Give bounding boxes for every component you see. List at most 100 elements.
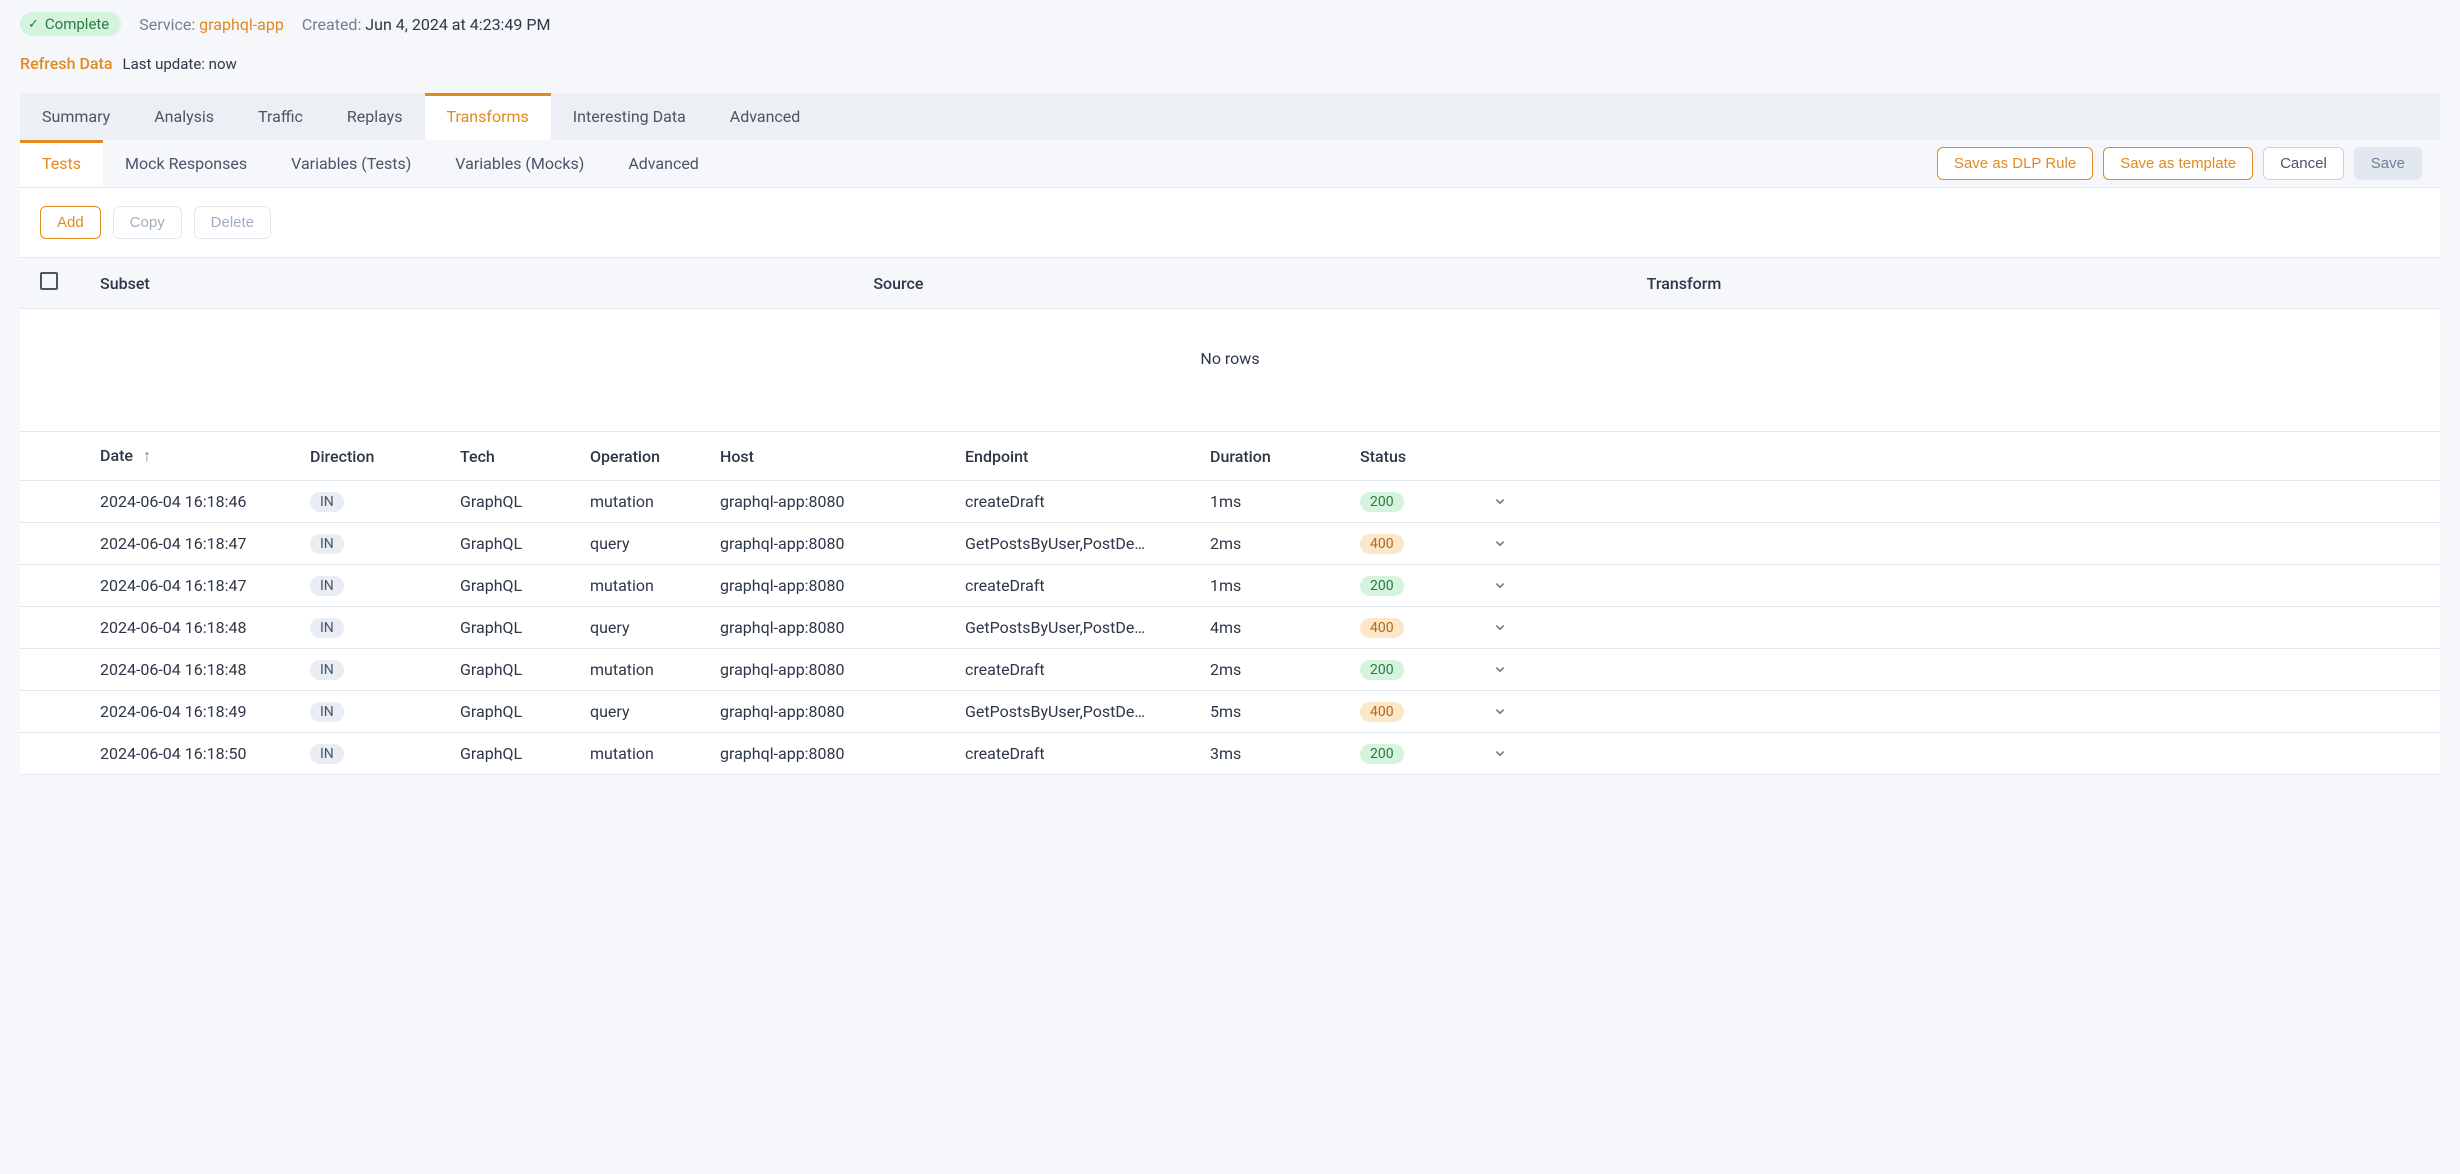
status-cell: 400 — [1360, 617, 1480, 638]
operation-cell: query — [590, 618, 720, 637]
host-cell: graphql-app:8080 — [720, 744, 965, 763]
operation-cell: mutation — [590, 576, 720, 595]
created-label: Created: — [302, 15, 362, 34]
row-expand-icon[interactable] — [1480, 576, 1520, 595]
row-expand-icon[interactable] — [1480, 702, 1520, 721]
tab-advanced[interactable]: Advanced — [708, 93, 823, 140]
chevron-down-icon — [1492, 576, 1509, 595]
page-header: Complete Service: graphql-app Created: J… — [20, 8, 2440, 40]
tab-transforms[interactable]: Transforms — [425, 93, 551, 140]
date-cell: 2024-06-04 16:18:49 — [100, 702, 310, 721]
status-pill: 200 — [1360, 660, 1404, 680]
column-operation[interactable]: Operation — [590, 447, 720, 466]
status-cell: 200 — [1360, 659, 1480, 680]
subtab-tests[interactable]: Tests — [20, 140, 103, 187]
table-action-row: Add Copy Delete — [20, 188, 2440, 257]
tab-interesting-data[interactable]: Interesting Data — [551, 93, 708, 140]
main-tabs: SummaryAnalysisTrafficReplaysTransformsI… — [20, 93, 2440, 140]
column-tech[interactable]: Tech — [460, 447, 590, 466]
chevron-down-icon — [1492, 702, 1509, 721]
transforms-empty-state: No rows — [20, 309, 2440, 408]
direction-cell: IN — [310, 743, 460, 764]
status-pill: 200 — [1360, 744, 1404, 764]
row-expand-icon[interactable] — [1480, 660, 1520, 679]
direction-cell: IN — [310, 701, 460, 722]
transforms-table: Subset Source Transform No rows — [20, 257, 2440, 408]
tab-traffic[interactable]: Traffic — [236, 93, 325, 140]
column-date[interactable]: Date ↑ — [100, 446, 310, 466]
endpoint-cell: GetPostsByUser,PostDe… — [965, 618, 1210, 637]
service-label: Service: — [139, 15, 195, 34]
last-update-value: now — [209, 55, 237, 73]
operation-cell: mutation — [590, 744, 720, 763]
operation-cell: mutation — [590, 660, 720, 679]
save-dlp-rule-button[interactable]: Save as DLP Rule — [1937, 147, 2093, 180]
table-row[interactable]: 2024-06-04 16:18:47INGraphQLmutationgrap… — [20, 565, 2440, 607]
table-spacer — [20, 408, 2440, 432]
direction-cell: IN — [310, 659, 460, 680]
date-cell: 2024-06-04 16:18:50 — [100, 744, 310, 763]
endpoint-cell: createDraft — [965, 744, 1210, 763]
host-cell: graphql-app:8080 — [720, 660, 965, 679]
table-row[interactable]: 2024-06-04 16:18:46INGraphQLmutationgrap… — [20, 481, 2440, 523]
status-pill: 200 — [1360, 492, 1404, 512]
direction-pill: IN — [310, 576, 344, 596]
direction-cell: IN — [310, 491, 460, 512]
table-row[interactable]: 2024-06-04 16:18:50INGraphQLmutationgrap… — [20, 733, 2440, 775]
duration-cell: 3ms — [1210, 744, 1360, 763]
column-endpoint[interactable]: Endpoint — [965, 447, 1210, 466]
row-expand-icon[interactable] — [1480, 618, 1520, 637]
tab-analysis[interactable]: Analysis — [132, 93, 236, 140]
duration-cell: 2ms — [1210, 534, 1360, 553]
select-all-checkbox[interactable] — [40, 272, 58, 290]
column-status[interactable]: Status — [1360, 447, 1480, 466]
column-direction[interactable]: Direction — [310, 447, 460, 466]
subtab-variables-tests-[interactable]: Variables (Tests) — [269, 140, 433, 187]
column-transform: Transform — [1647, 274, 2420, 293]
column-duration[interactable]: Duration — [1210, 447, 1360, 466]
row-expand-icon[interactable] — [1480, 492, 1520, 511]
column-host[interactable]: Host — [720, 447, 965, 466]
endpoint-cell: GetPostsByUser,PostDe… — [965, 534, 1210, 553]
host-cell: graphql-app:8080 — [720, 618, 965, 637]
copy-button[interactable]: Copy — [113, 206, 182, 239]
table-row[interactable]: 2024-06-04 16:18:48INGraphQLmutationgrap… — [20, 649, 2440, 691]
subtab-advanced[interactable]: Advanced — [606, 140, 721, 187]
sort-asc-icon: ↑ — [143, 446, 151, 465]
row-expand-icon[interactable] — [1480, 534, 1520, 553]
refresh-row: Refresh Data Last update: now — [20, 54, 2440, 73]
tab-replays[interactable]: Replays — [325, 93, 425, 140]
refresh-data-link[interactable]: Refresh Data — [20, 54, 113, 73]
duration-cell: 5ms — [1210, 702, 1360, 721]
created-info: Created: Jun 4, 2024 at 4:23:49 PM — [302, 15, 551, 34]
column-subset: Subset — [100, 274, 873, 293]
date-cell: 2024-06-04 16:18:48 — [100, 660, 310, 679]
endpoint-cell: createDraft — [965, 660, 1210, 679]
column-source: Source — [873, 274, 1646, 293]
row-expand-icon[interactable] — [1480, 744, 1520, 763]
status-badge: Complete — [20, 12, 121, 36]
transforms-table-header: Subset Source Transform — [20, 257, 2440, 309]
add-button[interactable]: Add — [40, 206, 101, 239]
table-row[interactable]: 2024-06-04 16:18:49INGraphQLquerygraphql… — [20, 691, 2440, 733]
tech-cell: GraphQL — [460, 660, 590, 679]
subtab-variables-mocks-[interactable]: Variables (Mocks) — [433, 140, 606, 187]
delete-button[interactable]: Delete — [194, 206, 271, 239]
host-cell: graphql-app:8080 — [720, 576, 965, 595]
direction-cell: IN — [310, 575, 460, 596]
subtab-mock-responses[interactable]: Mock Responses — [103, 140, 269, 187]
table-row[interactable]: 2024-06-04 16:18:47INGraphQLquerygraphql… — [20, 523, 2440, 565]
status-pill: 400 — [1360, 534, 1404, 554]
table-row[interactable]: 2024-06-04 16:18:48INGraphQLquerygraphql… — [20, 607, 2440, 649]
cancel-button[interactable]: Cancel — [2263, 147, 2344, 180]
save-button[interactable]: Save — [2354, 147, 2422, 180]
service-value[interactable]: graphql-app — [199, 15, 284, 34]
status-cell: 200 — [1360, 491, 1480, 512]
tech-cell: GraphQL — [460, 576, 590, 595]
host-cell: graphql-app:8080 — [720, 492, 965, 511]
tech-cell: GraphQL — [460, 702, 590, 721]
save-template-button[interactable]: Save as template — [2103, 147, 2253, 180]
tab-summary[interactable]: Summary — [20, 93, 132, 140]
operation-cell: query — [590, 702, 720, 721]
duration-cell: 1ms — [1210, 576, 1360, 595]
